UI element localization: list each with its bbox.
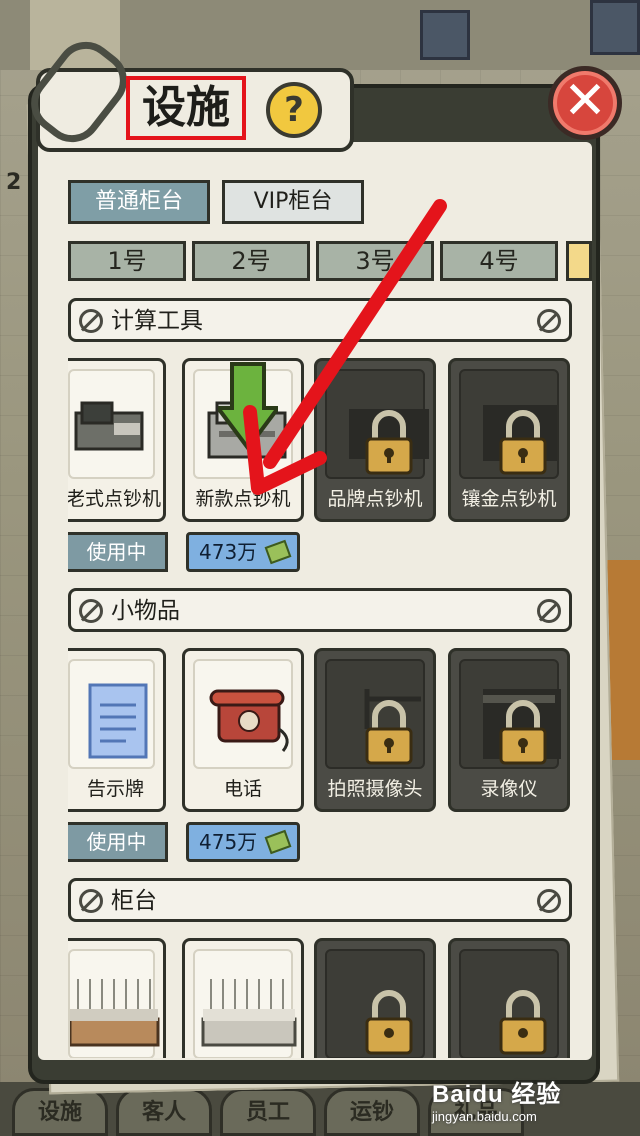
no-entry-icon [79, 309, 103, 333]
nav-tab-facilities[interactable]: 设施 [12, 1088, 108, 1136]
lock-icon [349, 409, 429, 475]
item-card-recorder[interactable]: 录像仪 [448, 648, 570, 812]
tab-counter-3[interactable]: 3号 [316, 241, 434, 281]
item-label: 新款点钞机 [195, 488, 291, 510]
section-title: 小物品 [111, 598, 180, 624]
no-entry-icon [537, 309, 561, 333]
lock-icon [483, 405, 557, 475]
notice-board-icon [88, 683, 148, 759]
counters-row [38, 930, 592, 1058]
lock-icon [365, 990, 413, 1055]
item-image [193, 949, 297, 1058]
tab-vip-counter[interactable]: VIP柜台 [222, 180, 364, 224]
download-arrow-icon [218, 362, 278, 452]
item-label: 老式点钞机 [68, 488, 162, 510]
help-button[interactable]: ? [266, 82, 322, 138]
section-header-counters: 柜台 [68, 878, 572, 922]
telephone-icon [209, 689, 289, 752]
cash-icon [264, 539, 292, 565]
item-image [459, 949, 559, 1058]
section-title: 计算工具 [111, 308, 203, 334]
watermark: Baidu 经验 jingyan.baidu.com [432, 1074, 612, 1134]
price-label: 475万 [199, 830, 258, 854]
section-header-calc-tools: 计算工具 [68, 298, 572, 342]
section-title: 柜台 [111, 888, 157, 914]
tab-counter-more[interactable] [566, 241, 592, 281]
watermark-url: jingyan.baidu.com [432, 1109, 537, 1124]
item-card-camera[interactable]: 拍照摄像头 [314, 648, 436, 812]
item-image [325, 949, 425, 1058]
item-image [68, 369, 155, 479]
price-label: 473万 [199, 540, 258, 564]
tab-counter-2[interactable]: 2号 [192, 241, 310, 281]
price-button[interactable]: 473万 [186, 532, 300, 572]
item-card-gold-counter[interactable]: 镶金点钞机 [448, 358, 570, 522]
item-image [193, 659, 293, 769]
no-entry-icon [79, 599, 103, 623]
price-button[interactable]: 475万 [186, 822, 300, 862]
tab-counter-4[interactable]: 4号 [440, 241, 558, 281]
no-entry-icon [79, 889, 103, 913]
page-title: 设施 [126, 76, 246, 140]
item-image [325, 369, 429, 479]
item-image [325, 659, 425, 769]
no-entry-icon [537, 599, 561, 623]
item-image [68, 949, 160, 1058]
item-label: 告示牌 [86, 778, 144, 800]
item-card-telephone[interactable]: 电话 [182, 648, 304, 812]
nav-tab-guests[interactable]: 客人 [116, 1088, 212, 1136]
bill-counter-icon [74, 401, 144, 451]
item-label: 拍照摄像头 [327, 778, 423, 800]
background-door [590, 0, 640, 55]
item-card-counter-1[interactable] [68, 938, 166, 1058]
background-door [420, 10, 470, 60]
item-image [459, 659, 561, 769]
no-entry-icon [537, 889, 561, 913]
item-label: 镶金点钞机 [461, 488, 557, 510]
item-card-counter-3[interactable] [314, 938, 436, 1058]
lock-icon [483, 689, 561, 765]
item-image [68, 659, 155, 769]
lock-icon [364, 689, 421, 765]
background-marker: 2 [6, 170, 22, 195]
in-use-badge: 使用中 [68, 822, 168, 862]
close-button[interactable]: ✕ [548, 66, 622, 140]
watermark-main: Baidu 经验 [432, 1081, 562, 1108]
item-card-counter-2[interactable] [182, 938, 304, 1058]
cash-icon [264, 829, 292, 855]
section-header-small-items: 小物品 [68, 588, 572, 632]
counter-icon [201, 979, 297, 1047]
tab-counter-1[interactable]: 1号 [68, 241, 186, 281]
lock-icon [499, 990, 547, 1055]
item-label: 录像仪 [480, 778, 538, 800]
nav-tab-cash-transport[interactable]: 运钞 [324, 1088, 420, 1136]
in-use-badge: 使用中 [68, 532, 168, 572]
item-card-counter-4[interactable] [448, 938, 570, 1058]
item-card-old-counter[interactable]: 老式点钞机 [68, 358, 166, 522]
item-card-notice-board[interactable]: 告示牌 [68, 648, 166, 812]
counter-icon [70, 979, 160, 1047]
nav-tab-staff[interactable]: 员工 [220, 1088, 316, 1136]
item-label: 品牌点钞机 [327, 488, 423, 510]
item-label: 电话 [223, 778, 262, 800]
item-image [459, 369, 559, 479]
item-card-brand-counter[interactable]: 品牌点钞机 [314, 358, 436, 522]
tab-regular-counter[interactable]: 普通柜台 [68, 180, 210, 224]
